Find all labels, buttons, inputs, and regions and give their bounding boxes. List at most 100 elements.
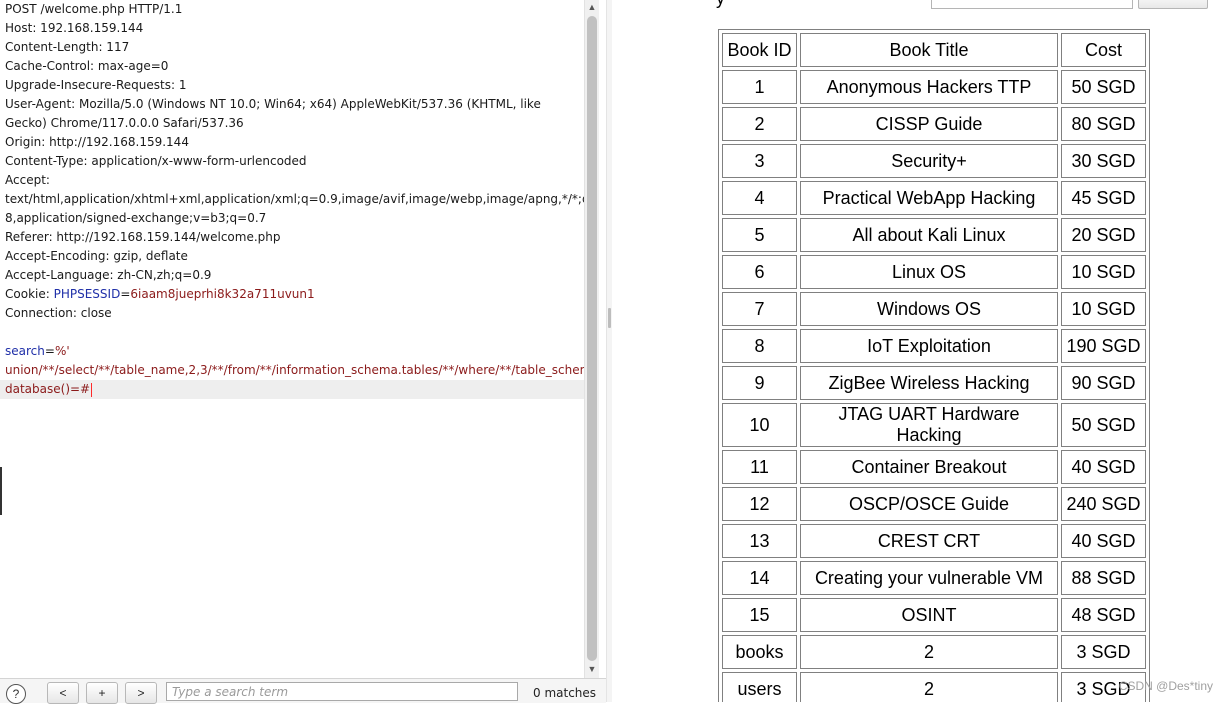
editor-line[interactable]: text/html,application/xhtml+xml,applicat… (0, 190, 584, 209)
line-text: Accept-Language: zh-CN,zh;q=0.9 (5, 268, 212, 282)
editor-line[interactable] (0, 323, 584, 342)
book-table: Book ID Book Title Cost 1 Anonymous Hacke… (718, 29, 1150, 702)
param-value: %' (54, 344, 70, 358)
line-text: Content-Length: 117 (5, 40, 130, 54)
cell-book-title: Anonymous Hackers TTP (800, 70, 1058, 104)
line-text: Content-Type: application/x-www-form-url… (5, 154, 307, 168)
cell-book-title: OSCP/OSCE Guide (800, 487, 1058, 521)
editor-line[interactable]: search=%' (0, 342, 584, 361)
line-text: Referer: http://192.168.159.144/welcome.… (5, 230, 281, 244)
table-header-row: Book ID Book Title Cost (722, 33, 1146, 67)
cell-book-title: JTAG UART Hardware Hacking (800, 403, 1058, 447)
cell-cost: 88 SGD (1061, 561, 1146, 595)
scroll-down-icon[interactable]: ▼ (585, 662, 599, 676)
cell-cost: 48 SGD (1061, 598, 1146, 632)
cell-book-title: Practical WebApp Hacking (800, 181, 1058, 215)
editor-line[interactable]: User-Agent: Mozilla/5.0 (Windows NT 10.0… (0, 95, 584, 114)
table-row: 10 JTAG UART Hardware Hacking 50 SGD (722, 403, 1146, 447)
editor-vertical-scrollbar[interactable]: ▲ ▼ (584, 0, 599, 678)
editor-line[interactable]: Cookie: PHPSESSID=6iaam8jueprhi8k32a711u… (0, 285, 584, 304)
header-book-id: Book ID (722, 33, 797, 67)
line-text: Gecko) Chrome/117.0.0.0 Safari/537.36 (5, 116, 244, 130)
table-row: 12 OSCP/OSCE Guide 240 SGD (722, 487, 1146, 521)
editor-line[interactable]: POST /welcome.php HTTP/1.1 (0, 0, 584, 19)
cell-book-title: CREST CRT (800, 524, 1058, 558)
table-row: 8 IoT Exploitation 190 SGD (722, 329, 1146, 363)
scroll-up-icon[interactable]: ▲ (585, 0, 599, 14)
editor-line[interactable]: Content-Length: 117 (0, 38, 584, 57)
request-editor[interactable]: POST /welcome.php HTTP/1.1 Host: 192.168.… (0, 0, 584, 678)
editor-line[interactable]: Content-Type: application/x-www-form-url… (0, 152, 584, 171)
line-text: Upgrade-Insecure-Requests: 1 (5, 78, 187, 92)
watermark: CSDN @Des*tiny (1118, 679, 1213, 693)
editor-line[interactable]: Upgrade-Insecure-Requests: 1 (0, 76, 584, 95)
line-text: User-Agent: Mozilla/5.0 (Windows NT 10.0… (5, 97, 541, 111)
cell-cost: 40 SGD (1061, 450, 1146, 484)
table-row: 7 Windows OS 10 SGD (722, 292, 1146, 326)
param-value: database()=# (5, 382, 91, 396)
line-text: 8,application/signed-exchange;v=b3;q=0.7 (5, 211, 267, 225)
param-value: 6iaam8jueprhi8k32a711uvun1 (130, 287, 315, 301)
table-row: 13 CREST CRT 40 SGD (722, 524, 1146, 558)
cell-cost: 50 SGD (1061, 403, 1146, 447)
search-input[interactable] (166, 682, 518, 701)
editor-line[interactable]: Gecko) Chrome/117.0.0.0 Safari/537.36 (0, 114, 584, 133)
param-key: PHPSESSID (53, 287, 121, 301)
cell-book-id: 13 (722, 524, 797, 558)
cell-book-id: 6 (722, 255, 797, 289)
cell-book-id: 7 (722, 292, 797, 326)
help-icon[interactable]: ? (6, 684, 26, 704)
top-text-fragment: y (716, 0, 725, 9)
cell-book-id: 2 (722, 107, 797, 141)
editor-line[interactable]: Cache-Control: max-age=0 (0, 57, 584, 76)
cell-book-id: books (722, 635, 797, 669)
header-book-title: Book Title (800, 33, 1058, 67)
cell-book-title: Creating your vulnerable VM (800, 561, 1058, 595)
table-row: users 2 3 SGD (722, 672, 1146, 702)
cell-book-title: OSINT (800, 598, 1058, 632)
scrollbar-thumb[interactable] (587, 16, 597, 661)
cell-book-id: 15 (722, 598, 797, 632)
cell-book-title: CISSP Guide (800, 107, 1058, 141)
cell-book-id: 10 (722, 403, 797, 447)
table-row: 14 Creating your vulnerable VM 88 SGD (722, 561, 1146, 595)
next-match-button[interactable]: > (125, 682, 157, 704)
header-prefix: Cookie: (5, 287, 54, 301)
editor-line[interactable]: Accept: (0, 171, 584, 190)
previous-match-button[interactable]: < (47, 682, 79, 704)
left-edge-marker (0, 467, 2, 515)
param-key: search (5, 344, 45, 358)
editor-line[interactable]: Connection: close (0, 304, 584, 323)
page-search-button[interactable] (1138, 0, 1208, 9)
table-row: 3 Security+ 30 SGD (722, 144, 1146, 178)
editor-line[interactable]: database()=# (0, 380, 584, 399)
editor-line[interactable]: Accept-Encoding: gzip, deflate (0, 247, 584, 266)
editor-line[interactable]: Host: 192.168.159.144 (0, 19, 584, 38)
editor-line[interactable]: 8,application/signed-exchange;v=b3;q=0.7 (0, 209, 584, 228)
line-text: Accept: (5, 173, 50, 187)
cell-book-title: 2 (800, 635, 1058, 669)
cell-cost: 45 SGD (1061, 181, 1146, 215)
table-row: books 2 3 SGD (722, 635, 1146, 669)
cell-cost: 50 SGD (1061, 70, 1146, 104)
add-search-button[interactable]: + (86, 682, 118, 704)
cell-cost: 80 SGD (1061, 107, 1146, 141)
match-count: 0 matches (533, 686, 597, 700)
editor-line[interactable]: Origin: http://192.168.159.144 (0, 133, 584, 152)
editor-line[interactable]: Accept-Language: zh-CN,zh;q=0.9 (0, 266, 584, 285)
page-search-field[interactable] (931, 0, 1133, 9)
cell-book-id: 12 (722, 487, 797, 521)
cell-book-id: 4 (722, 181, 797, 215)
editor-line[interactable]: union/**/select/**/table_name,2,3/**/fro… (0, 361, 584, 380)
table-row: 15 OSINT 48 SGD (722, 598, 1146, 632)
cell-book-id: 8 (722, 329, 797, 363)
cell-cost: 20 SGD (1061, 218, 1146, 252)
table-row: 11 Container Breakout 40 SGD (722, 450, 1146, 484)
cell-book-id: 11 (722, 450, 797, 484)
cell-cost: 10 SGD (1061, 255, 1146, 289)
cell-book-title: Windows OS (800, 292, 1058, 326)
cell-book-title: Security+ (800, 144, 1058, 178)
divider-grip-icon[interactable] (608, 308, 611, 328)
editor-line[interactable]: Referer: http://192.168.159.144/welcome.… (0, 228, 584, 247)
cell-cost: 3 SGD (1061, 635, 1146, 669)
